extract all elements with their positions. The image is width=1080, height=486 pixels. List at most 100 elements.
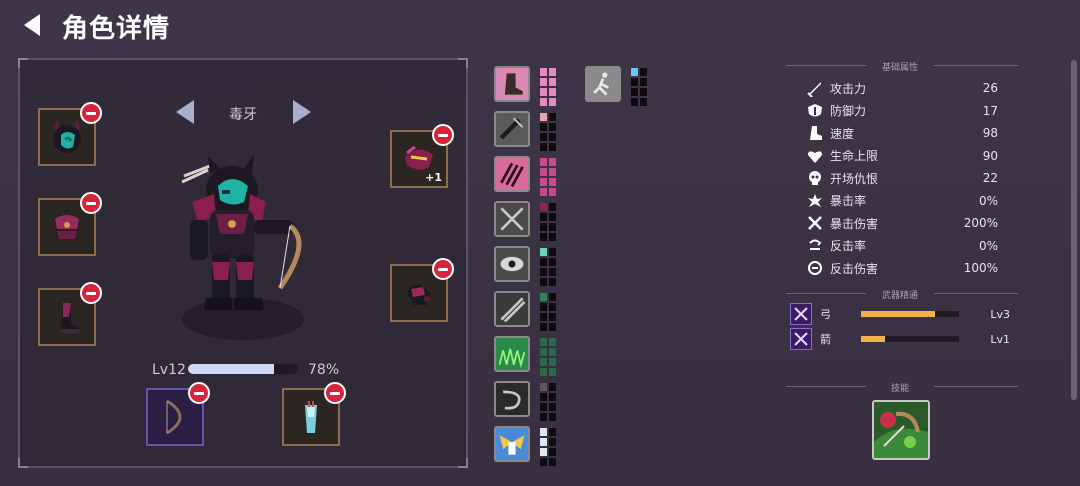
inventory-item[interactable]	[494, 381, 530, 417]
rank-pip	[540, 368, 547, 376]
stat-value: 26	[982, 81, 998, 95]
rank-pip	[540, 278, 547, 286]
stat-value: 100%	[963, 261, 998, 275]
inventory-item[interactable]	[494, 66, 530, 102]
rank-pip	[640, 98, 647, 106]
rank-pip	[540, 393, 547, 401]
skull-icon	[809, 171, 821, 185]
xp-bar-fill	[188, 364, 274, 374]
back-button[interactable]	[18, 10, 48, 40]
inventory-item[interactable]	[585, 66, 621, 102]
rank-pip	[549, 393, 556, 401]
rank-pip	[540, 448, 547, 456]
equip-slot-head[interactable]	[38, 102, 102, 166]
rank-pip	[631, 88, 638, 96]
inventory-item[interactable]	[494, 291, 530, 327]
inventory-item[interactable]	[494, 336, 530, 372]
rank-pip	[549, 68, 556, 76]
whirlwind-icon	[503, 390, 521, 410]
rank-pip	[540, 458, 547, 466]
rank-pip	[540, 68, 547, 76]
remove-boots-button[interactable]	[80, 282, 102, 304]
stats-scrollbar[interactable]	[1071, 60, 1077, 400]
equip-slot-weapon[interactable]	[146, 382, 210, 446]
mastery-progress-bar	[861, 311, 959, 317]
claw-slash-icon	[500, 162, 524, 188]
equip-slot-boots[interactable]	[38, 282, 102, 346]
stat-row: 暴击率 0%	[806, 191, 998, 211]
remove-head-button[interactable]	[80, 102, 102, 124]
rank-pip	[549, 98, 556, 106]
crit-swords-icon	[808, 216, 822, 230]
rank-pip	[549, 133, 556, 141]
rank-pip	[540, 293, 547, 301]
grass-field-icon	[498, 348, 526, 369]
inventory-item[interactable]	[494, 111, 530, 147]
rank-pip	[540, 98, 547, 106]
stat-label: 速度	[830, 126, 855, 141]
rank-pip	[549, 78, 556, 86]
level-label: Lv12	[152, 362, 186, 378]
rank-pip	[549, 213, 556, 221]
rank-pip	[540, 358, 547, 366]
equip-slot-offhand[interactable]: +1	[390, 124, 454, 188]
mastery-label: 弓	[820, 308, 831, 321]
item-rank-pips	[540, 383, 556, 421]
inventory-item[interactable]	[494, 426, 530, 462]
page-title: 角色详情	[62, 14, 171, 44]
rank-pip	[640, 88, 647, 96]
inventory-item[interactable]	[494, 156, 530, 192]
skill-card[interactable]	[872, 400, 930, 460]
rank-pip	[549, 168, 556, 176]
armor-icon	[55, 215, 79, 241]
rank-pip	[540, 168, 547, 176]
item-rank-pips	[540, 293, 556, 331]
stat-value: 200%	[963, 216, 998, 230]
rank-pip	[640, 68, 647, 76]
rank-pip	[549, 268, 556, 276]
stat-label: 攻击力	[830, 81, 867, 96]
chevron-left-icon	[176, 100, 194, 124]
rank-pip	[549, 293, 556, 301]
bow-mastery-icon	[790, 303, 812, 325]
rank-pip	[540, 133, 547, 141]
item-rank-pips	[540, 428, 556, 466]
mastery-progress-fill	[861, 336, 885, 342]
sword-icon	[807, 82, 821, 97]
rank-pip	[549, 303, 556, 311]
stat-label: 反击率	[830, 239, 867, 253]
stat-label: 反击伤害	[830, 261, 879, 276]
rank-pip	[540, 78, 547, 86]
previous-character-button[interactable]	[174, 98, 196, 126]
remove-offhand-button[interactable]	[432, 124, 454, 146]
remove-chest-button[interactable]	[80, 192, 102, 214]
rank-pip	[540, 413, 547, 421]
rank-pip	[549, 338, 556, 346]
stat-label: 防御力	[830, 104, 867, 118]
equip-slot-gloves[interactable]	[390, 258, 454, 322]
boots-icon	[61, 303, 79, 333]
next-character-button[interactable]	[291, 98, 313, 126]
weapon-mastery-row: 弓 Lv3	[790, 303, 1010, 325]
weapon-mastery-row: 箭 Lv1	[790, 328, 1010, 350]
crossed-swords-icon	[500, 207, 524, 231]
stat-value: 22	[982, 171, 998, 185]
character-name: 毒牙	[229, 107, 257, 123]
rank-pip	[540, 428, 547, 436]
rank-pip	[549, 413, 556, 421]
remove-ammo-button[interactable]	[324, 382, 346, 404]
equip-slot-chest[interactable]	[38, 192, 102, 256]
inventory-item[interactable]	[494, 246, 530, 282]
rank-pip	[540, 338, 547, 346]
rank-pip	[549, 88, 556, 96]
rank-pip	[549, 233, 556, 241]
character-portrait	[170, 150, 320, 330]
stat-value: 98	[982, 126, 998, 140]
rank-pip	[540, 268, 547, 276]
spiked-club-icon	[499, 117, 524, 140]
remove-weapon-button[interactable]	[188, 382, 210, 404]
heart-icon	[808, 150, 822, 163]
equip-slot-ammo[interactable]	[282, 382, 346, 446]
inventory-item[interactable]	[494, 201, 530, 237]
remove-gloves-button[interactable]	[432, 258, 454, 280]
